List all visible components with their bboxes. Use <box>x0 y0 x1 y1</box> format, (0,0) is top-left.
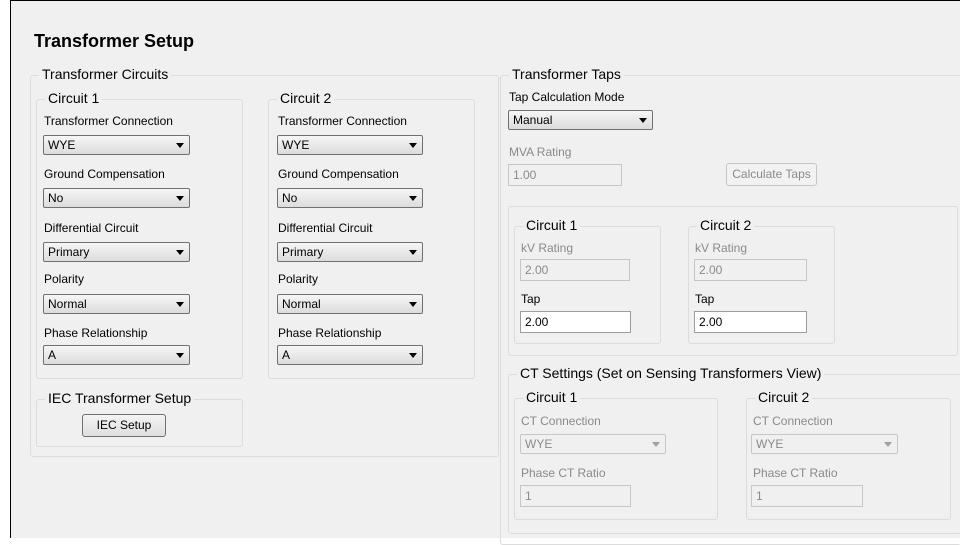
c2-phase-ct-ratio-field[interactable]: 1 <box>751 485 863 507</box>
c2-kv-rating-field[interactable]: 2.00 <box>694 259 807 281</box>
polarity-label: Polarity <box>44 272 85 286</box>
transformer-connection-label: Transformer Connection <box>44 114 173 128</box>
phase-ct-ratio-label: Phase CT Ratio <box>753 466 838 480</box>
circuit1-title: Circuit 1 <box>45 90 103 106</box>
c2-transformer-connection-select[interactable]: WYE <box>277 135 423 155</box>
page-title: Transformer Setup <box>34 31 195 51</box>
chevron-down-icon <box>409 143 417 148</box>
kv-rating-label: kV Rating <box>695 241 748 255</box>
c1-phase-relationship-select[interactable]: A <box>43 345 190 365</box>
transformer-setup-panel: Transformer Setup Transformer Circuits C… <box>10 0 960 545</box>
iec-setup-button[interactable]: IEC Setup <box>82 414 166 437</box>
chevron-down-icon <box>409 353 417 358</box>
c1-tap-field[interactable]: 2.00 <box>520 311 631 333</box>
c1-kv-rating-field[interactable]: 2.00 <box>520 259 630 281</box>
ct-connection-label: CT Connection <box>521 414 601 428</box>
c2-ground-compensation-select[interactable]: No <box>277 188 423 208</box>
tap-label: Tap <box>521 292 541 306</box>
differential-circuit-label: Differential Circuit <box>44 221 139 235</box>
ct-circuit2-title: Circuit 2 <box>755 389 813 405</box>
ct-connection-label: CT Connection <box>753 414 833 428</box>
c2-differential-circuit-select[interactable]: Primary <box>277 242 423 262</box>
mva-rating-field[interactable]: 1.00 <box>508 164 622 186</box>
transformer-connection-label: Transformer Connection <box>278 114 407 128</box>
circuit2-title: Circuit 2 <box>277 90 335 106</box>
tap-label: Tap <box>695 292 715 306</box>
tap-calculation-mode-select[interactable]: Manual <box>508 110 653 130</box>
ct-settings-title: CT Settings (Set on Sensing Transformers… <box>517 365 825 381</box>
chevron-down-icon <box>176 250 184 255</box>
tap-circuit1-title: Circuit 1 <box>523 217 581 233</box>
c1-differential-circuit-select[interactable]: Primary <box>43 242 190 262</box>
mva-rating-label: MVA Rating <box>509 145 572 159</box>
chevron-down-icon <box>176 302 184 307</box>
ground-compensation-label: Ground Compensation <box>44 167 165 181</box>
chevron-down-icon <box>652 442 660 447</box>
c1-phase-ct-ratio-field[interactable]: 1 <box>520 485 631 507</box>
phase-ct-ratio-label: Phase CT Ratio <box>521 466 606 480</box>
c2-tap-field[interactable]: 2.00 <box>694 311 807 333</box>
kv-rating-label: kV Rating <box>521 241 574 255</box>
c1-transformer-connection-select[interactable]: WYE <box>43 135 190 155</box>
chevron-down-icon <box>639 118 647 123</box>
c2-phase-relationship-select[interactable]: A <box>277 345 423 365</box>
chevron-down-icon <box>409 250 417 255</box>
polarity-label: Polarity <box>278 272 319 286</box>
c2-polarity-select[interactable]: Normal <box>277 294 423 314</box>
transformer-taps-title: Transformer Taps <box>509 66 624 82</box>
chevron-down-icon <box>409 302 417 307</box>
calculate-taps-button[interactable]: Calculate Taps <box>726 163 817 186</box>
tap-calculation-mode-label: Tap Calculation Mode <box>509 90 625 104</box>
ct-circuit1-title: Circuit 1 <box>523 389 581 405</box>
chevron-down-icon <box>176 196 184 201</box>
transformer-circuits-title: Transformer Circuits <box>39 66 172 82</box>
chevron-down-icon <box>176 143 184 148</box>
chevron-down-icon <box>409 196 417 201</box>
chevron-down-icon <box>884 442 892 447</box>
differential-circuit-label: Differential Circuit <box>278 221 373 235</box>
c1-ct-connection-select[interactable]: WYE <box>520 434 666 454</box>
tap-circuit2-title: Circuit 2 <box>697 217 755 233</box>
ground-compensation-label: Ground Compensation <box>278 167 399 181</box>
c2-ct-connection-select[interactable]: WYE <box>751 434 898 454</box>
iec-transformer-setup-title: IEC Transformer Setup <box>45 390 195 406</box>
phase-relationship-label: Phase Relationship <box>44 326 148 340</box>
c1-polarity-select[interactable]: Normal <box>43 294 190 314</box>
c1-ground-compensation-select[interactable]: No <box>43 188 190 208</box>
phase-relationship-label: Phase Relationship <box>278 326 382 340</box>
chevron-down-icon <box>176 353 184 358</box>
